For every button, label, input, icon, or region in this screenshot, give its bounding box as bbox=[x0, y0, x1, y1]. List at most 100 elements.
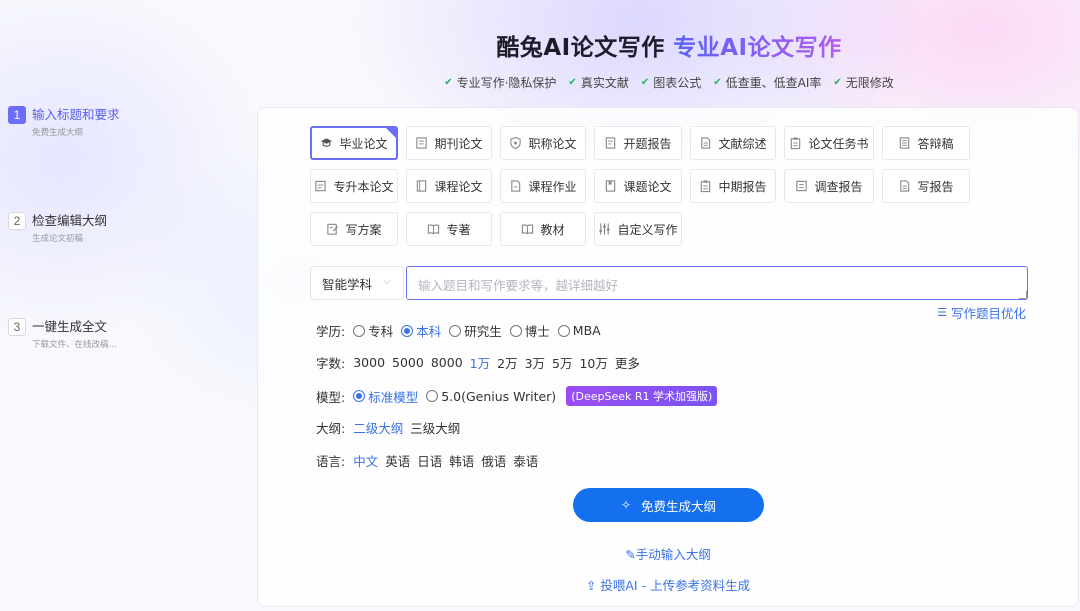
edit-icon: ✎ bbox=[625, 547, 636, 562]
paper-type-label: 专著 bbox=[446, 222, 471, 237]
paper-type-midterm[interactable]: 中期报告 bbox=[690, 169, 776, 203]
outline-option[interactable]: 二级大纲 bbox=[353, 418, 403, 437]
paper-type-survey[interactable]: 调查报告 bbox=[784, 169, 874, 203]
paper-type-task-book[interactable]: 论文任务书 bbox=[784, 126, 874, 160]
feature-item: ✔ 专业写作·隐私保护 bbox=[444, 74, 556, 91]
document-icon bbox=[315, 180, 327, 192]
model-row: 模型: 标准模型 5.0(Genius Writer) (DeepSeek R1… bbox=[316, 386, 718, 406]
word-count-option[interactable]: 1万 bbox=[470, 353, 490, 372]
paper-type-graduation[interactable]: 毕业论文 bbox=[310, 126, 398, 160]
page-root: 1 输入标题和要求 免费生成大纲 2 检查编辑大纲 生成论文初稿 3 一键生成全… bbox=[0, 0, 1080, 611]
paper-type-label: 专升本论文 bbox=[333, 179, 394, 194]
paper-type-label: 课题论文 bbox=[623, 179, 672, 194]
topic-input[interactable] bbox=[406, 266, 1028, 300]
model-option[interactable]: 5.0(Genius Writer) bbox=[426, 389, 556, 404]
option-label: 标准模型 bbox=[368, 389, 419, 405]
chart-icon bbox=[796, 180, 808, 192]
paper-type-textbook[interactable]: 教材 bbox=[500, 212, 586, 246]
radio-icon bbox=[353, 324, 366, 337]
language-option[interactable]: 日语 bbox=[417, 451, 442, 470]
optimize-topic-link[interactable]: ☰ 写作题目优化 bbox=[937, 303, 1026, 322]
word-count-option[interactable]: 8000 bbox=[431, 355, 463, 370]
paper-type-proposal[interactable]: 开题报告 bbox=[594, 126, 682, 160]
word-count-option[interactable]: 5万 bbox=[552, 353, 572, 372]
language-option[interactable]: 泰语 bbox=[513, 451, 538, 470]
word-count-option[interactable]: 2万 bbox=[497, 353, 517, 372]
paper-type-custom[interactable]: 自定义写作 bbox=[594, 212, 682, 246]
model-option[interactable]: 标准模型 bbox=[353, 387, 418, 406]
feature-item: ✔ 无限修改 bbox=[833, 74, 893, 91]
paper-type-title[interactable]: 职称论文 bbox=[500, 126, 586, 160]
word-count-option[interactable]: 更多 bbox=[615, 353, 640, 372]
step-3[interactable]: 3 一键生成全文 下载文件、在线改稿... bbox=[8, 318, 117, 351]
paper-type-label: 中期报告 bbox=[718, 179, 767, 194]
check-icon: ✔ bbox=[568, 77, 577, 88]
step-1[interactable]: 1 输入标题和要求 免费生成大纲 bbox=[8, 106, 120, 139]
paper-type-literature-review[interactable]: 文献综述 bbox=[690, 126, 776, 160]
resize-handle-icon[interactable] bbox=[1019, 291, 1027, 299]
education-option[interactable]: 专科 bbox=[353, 321, 393, 340]
writing-form-card: 毕业论文 期刊论文 职称论文 开题报告 文献综述 论文任务书 答辩稿 专升本论文… bbox=[257, 107, 1079, 607]
education-option[interactable]: 研究生 bbox=[449, 321, 502, 340]
paper-type-upgrade[interactable]: 专升本论文 bbox=[310, 169, 398, 203]
option-label: 博士 bbox=[524, 324, 550, 339]
check-icon: ✔ bbox=[713, 77, 722, 88]
education-row: 学历: 专科 本科 研究生 博士 MBA bbox=[316, 321, 609, 340]
upload-icon: ⇪ bbox=[585, 578, 597, 593]
paper-type-plan[interactable]: 写方案 bbox=[310, 212, 398, 246]
outline-option[interactable]: 三级大纲 bbox=[410, 418, 460, 437]
step-2[interactable]: 2 检查编辑大纲 生成论文初稿 bbox=[8, 212, 107, 245]
step-number: 1 bbox=[8, 106, 26, 124]
word-count-option[interactable]: 10万 bbox=[579, 353, 607, 372]
education-option[interactable]: 博士 bbox=[509, 321, 550, 340]
education-option[interactable]: MBA bbox=[557, 323, 601, 338]
education-option[interactable]: 本科 bbox=[401, 321, 441, 340]
shield-icon bbox=[510, 136, 522, 150]
language-option[interactable]: 俄语 bbox=[481, 451, 506, 470]
language-option[interactable]: 韩语 bbox=[449, 451, 474, 470]
paper-type-journal[interactable]: 期刊论文 bbox=[406, 126, 492, 160]
radio-icon bbox=[401, 324, 414, 337]
word-count-option[interactable]: 3000 bbox=[353, 355, 385, 370]
upload-reference-link[interactable]: ⇪ 投喂AI - 上传参考资料生成 bbox=[258, 575, 1078, 594]
option-label: 5.0(Genius Writer) bbox=[441, 388, 557, 404]
radio-icon bbox=[353, 390, 366, 402]
step-title: 输入标题和要求 bbox=[32, 107, 120, 122]
radio-icon bbox=[426, 390, 439, 402]
paper-type-course-paper[interactable]: 课程论文 bbox=[406, 169, 492, 203]
language-label: 语言: bbox=[316, 454, 346, 469]
paper-type-report[interactable]: 写报告 bbox=[882, 169, 970, 203]
chevron-down-icon: ⌵ bbox=[383, 276, 391, 287]
language-option[interactable]: 英语 bbox=[385, 451, 410, 470]
feature-list: ✔ 专业写作·隐私保护 ✔ 真实文献 ✔ 图表公式 ✔ 低查重、低查AI率 ✔ 无限修改 bbox=[258, 74, 1080, 91]
document-icon bbox=[606, 137, 616, 149]
radio-icon bbox=[509, 324, 522, 337]
clipboard-icon bbox=[701, 180, 711, 193]
paper-type-label: 写方案 bbox=[345, 222, 382, 237]
step-title: 一键生成全文 bbox=[32, 319, 108, 334]
language-option[interactable]: 中文 bbox=[353, 451, 378, 470]
title-highlight: 专业AI论文写作 bbox=[673, 35, 842, 61]
paper-type-label: 写报告 bbox=[917, 179, 954, 194]
radio-icon bbox=[449, 324, 462, 337]
paper-type-defense[interactable]: 答辩稿 bbox=[882, 126, 970, 160]
word-count-option[interactable]: 3万 bbox=[525, 353, 545, 372]
step-number: 2 bbox=[8, 212, 26, 230]
magic-wand-icon: ✧ bbox=[620, 498, 632, 512]
generate-outline-button[interactable]: ✧ 免费生成大纲 bbox=[573, 488, 764, 522]
paper-type-monograph[interactable]: 专著 bbox=[406, 212, 492, 246]
paper-type-topic-paper[interactable]: 课题论文 bbox=[594, 169, 682, 203]
paper-type-homework[interactable]: 课程作业 bbox=[500, 169, 586, 203]
edit-icon bbox=[327, 223, 339, 235]
subject-select[interactable]: 智能学科 ⌵ bbox=[310, 266, 404, 300]
manual-outline-link[interactable]: ✎手动输入大纲 bbox=[258, 544, 1078, 563]
optimize-topic-label: 写作题目优化 bbox=[950, 306, 1026, 321]
feature-label: 无限修改 bbox=[845, 76, 894, 90]
feature-label: 真实文献 bbox=[580, 76, 629, 90]
document-icon bbox=[900, 180, 910, 192]
paper-type-label: 教材 bbox=[540, 222, 565, 237]
title-main: 酷兔AI论文写作 bbox=[496, 35, 665, 61]
feature-label: 低查重、低查AI率 bbox=[725, 76, 822, 90]
word-count-option[interactable]: 5000 bbox=[392, 355, 424, 370]
word-count-label: 字数: bbox=[316, 356, 346, 371]
